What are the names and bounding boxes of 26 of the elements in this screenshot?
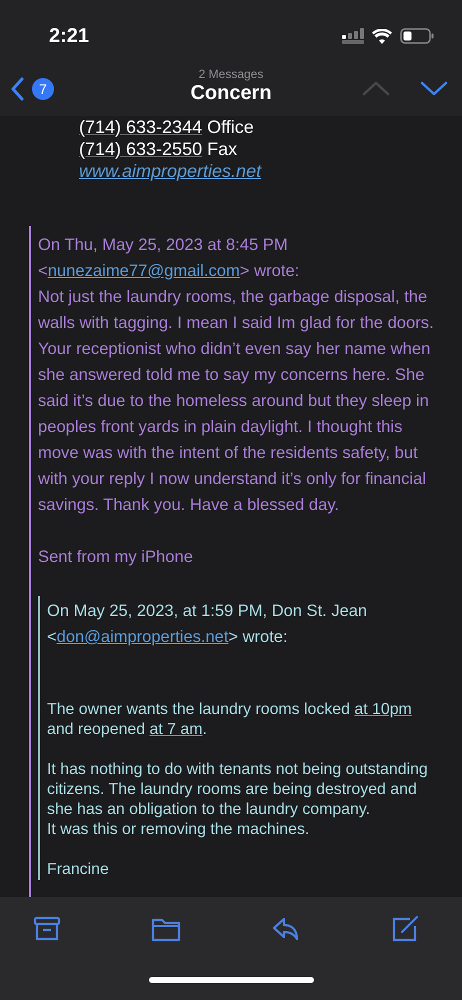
time-link[interactable]: at 10pm (354, 701, 412, 718)
signature-line: (714) 633-2550 Fax (79, 138, 238, 160)
battery-icon (400, 28, 434, 44)
phone-link[interactable]: (714) 633-2550 (79, 139, 202, 159)
status-time: 2:21 (49, 24, 90, 48)
back-chevron-icon (10, 77, 24, 101)
unread-badge: 7 (32, 78, 54, 100)
quote-header: On May 25, 2023, at 1:59 PM, Don St. Jean <don@aimproperties.net> wrote: (47, 601, 368, 648)
message-text: The owner wants the laundry rooms locked at 10pm and reopened at 7 am. (47, 700, 413, 740)
message-text: Francine (47, 860, 110, 880)
subject-title: Concern (190, 82, 272, 105)
message-count: 2 Messages (198, 67, 264, 81)
quote-header: On Thu, May 25, 2023 at 8:45 PM <nunezaime77@gmail.com> wrote: (38, 234, 300, 282)
message-text: Sent from my iPhone (38, 546, 194, 568)
message-text: It was this or removing the machines. (47, 820, 310, 840)
wifi-icon (372, 28, 392, 44)
phone-link[interactable]: (714) 633-2344 (79, 117, 202, 137)
email-link[interactable]: don@aimproperties.net (56, 628, 228, 646)
message-text: It has nothing to do with tenants not being outstanding citizens. The laundry rooms are being destroyed and she has an obligation to the laundry company. (47, 760, 429, 820)
message-text: Not just the laundry rooms, the garbage disposal, the walls with tagging. I mean I said Im glad for the doors. Your receptionist who didn’t even say her name when she answered told me to say my concerns here. She said it’s due to the homeless around but they sleep in peoples front yards in plain daylight. I thought this move was with the intent of the residents safety, but with your reply I now understand it’s only for financial savings. Thank you. Have a blessed day. (38, 286, 434, 516)
signal-icon (342, 28, 364, 44)
website-link[interactable]: www.aimproperties.net (79, 161, 262, 181)
email-link[interactable]: nunezaime77@gmail.com (48, 261, 240, 280)
back-button[interactable]: 7 (10, 77, 54, 101)
time-link[interactable]: at 7 am (150, 721, 202, 738)
signature-line: (714) 633-2344 Office (79, 116, 254, 138)
